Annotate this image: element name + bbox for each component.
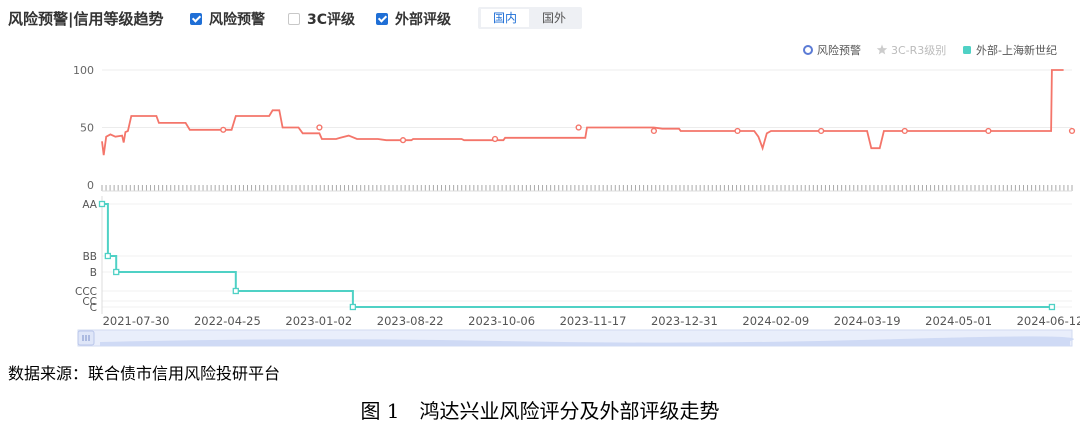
legend-circle-icon — [803, 45, 813, 55]
checkbox-checked-icon[interactable] — [190, 13, 202, 25]
risk-score-line — [101, 69, 1064, 156]
x-tick-label: 2023-10-06 — [468, 314, 535, 328]
y-tick-label: 100 — [73, 64, 94, 77]
rating-tick-label: BB — [83, 251, 97, 263]
risk-score-point — [220, 126, 227, 133]
risk-score-point — [734, 127, 741, 135]
risk-score-point — [491, 135, 499, 143]
legend-item: 外部-上海新世纪 — [963, 43, 1057, 57]
risk-score-point — [316, 124, 323, 131]
toggle-label: 风险预警 — [209, 12, 265, 28]
x-tick-label: 2023-12-31 — [651, 314, 718, 328]
toggle-label: 3C评级 — [307, 12, 356, 28]
external-rating-point — [98, 200, 106, 208]
y-tick-label: 50 — [80, 122, 94, 135]
external-rating-point — [1048, 303, 1056, 311]
x-tick-label: 2024-02-09 — [742, 314, 809, 328]
tab-foreign[interactable]: 国外 — [530, 9, 578, 27]
rating-tick-label: C — [90, 302, 97, 314]
x-tick-label: 2024-06-12 — [1017, 314, 1080, 328]
toggle-external-rating[interactable]: 外部评级 — [376, 9, 451, 29]
toggle-risk-warning[interactable]: 风险预警 — [190, 9, 265, 29]
legend-label: 外部-上海新世纪 — [976, 43, 1057, 57]
y-tick-label: 0 — [87, 179, 94, 192]
external-rating-point — [232, 287, 239, 295]
x-tick-label: 2024-03-19 — [834, 314, 901, 328]
checkbox-checked-icon[interactable] — [376, 13, 388, 25]
checkbox-unchecked-icon[interactable] — [288, 13, 300, 25]
legend-item: 3C-R3级别 — [876, 44, 946, 57]
legend-label: 风险预警 — [817, 43, 861, 57]
x-tick-label: 2023-08-22 — [377, 314, 444, 328]
rating-trend-chart: 风险预警 3C-R3级别 外部-上海新世纪050100AABBBCCCCCC2021… — [73, 43, 1080, 347]
x-tick-label: 2024-05-01 — [925, 314, 992, 328]
risk-score-point — [985, 127, 992, 135]
legend-label: 3C-R3级别 — [891, 44, 946, 57]
risk-score-point — [575, 124, 582, 131]
external-rating-point — [113, 268, 120, 276]
rating-tick-label: AA — [82, 199, 97, 211]
external-rating-point — [349, 303, 357, 311]
x-tick-label: 2023-01-02 — [285, 314, 352, 328]
toggle-3c-rating[interactable]: 3C评级 — [288, 9, 355, 29]
risk-score-point — [650, 127, 657, 135]
x-tick-label: 2021-07-30 — [103, 314, 170, 328]
chart-toolbar: 风险预警|信用等级趋势 风险预警 3C评级 外部评级 国内 国外 — [0, 0, 1080, 36]
x-tick-label: 2023-11-17 — [560, 314, 627, 328]
toggle-label: 外部评级 — [395, 12, 451, 28]
legend-square-icon — [963, 46, 971, 54]
data-source-note: 数据来源：联合债市信用风险投研平台 — [8, 364, 281, 383]
x-tick-label: 2022-04-25 — [194, 314, 261, 328]
risk-score-point — [399, 137, 407, 144]
external-rating-point — [104, 252, 112, 260]
risk-score-point — [901, 127, 908, 135]
legend-star-icon — [876, 44, 888, 55]
figure-caption: 图 1 鸿达兴业风险评分及外部评级走势 — [360, 399, 720, 423]
legend-item: 风险预警 — [803, 43, 861, 57]
risk-score-point — [1068, 127, 1076, 135]
risk-score-point — [818, 127, 825, 135]
chart-title: 风险预警|信用等级趋势 — [8, 10, 164, 28]
region-segmented-control: 国内 国外 — [478, 7, 582, 29]
tab-domestic[interactable]: 国内 — [481, 9, 529, 27]
rating-tick-label: B — [90, 267, 97, 279]
